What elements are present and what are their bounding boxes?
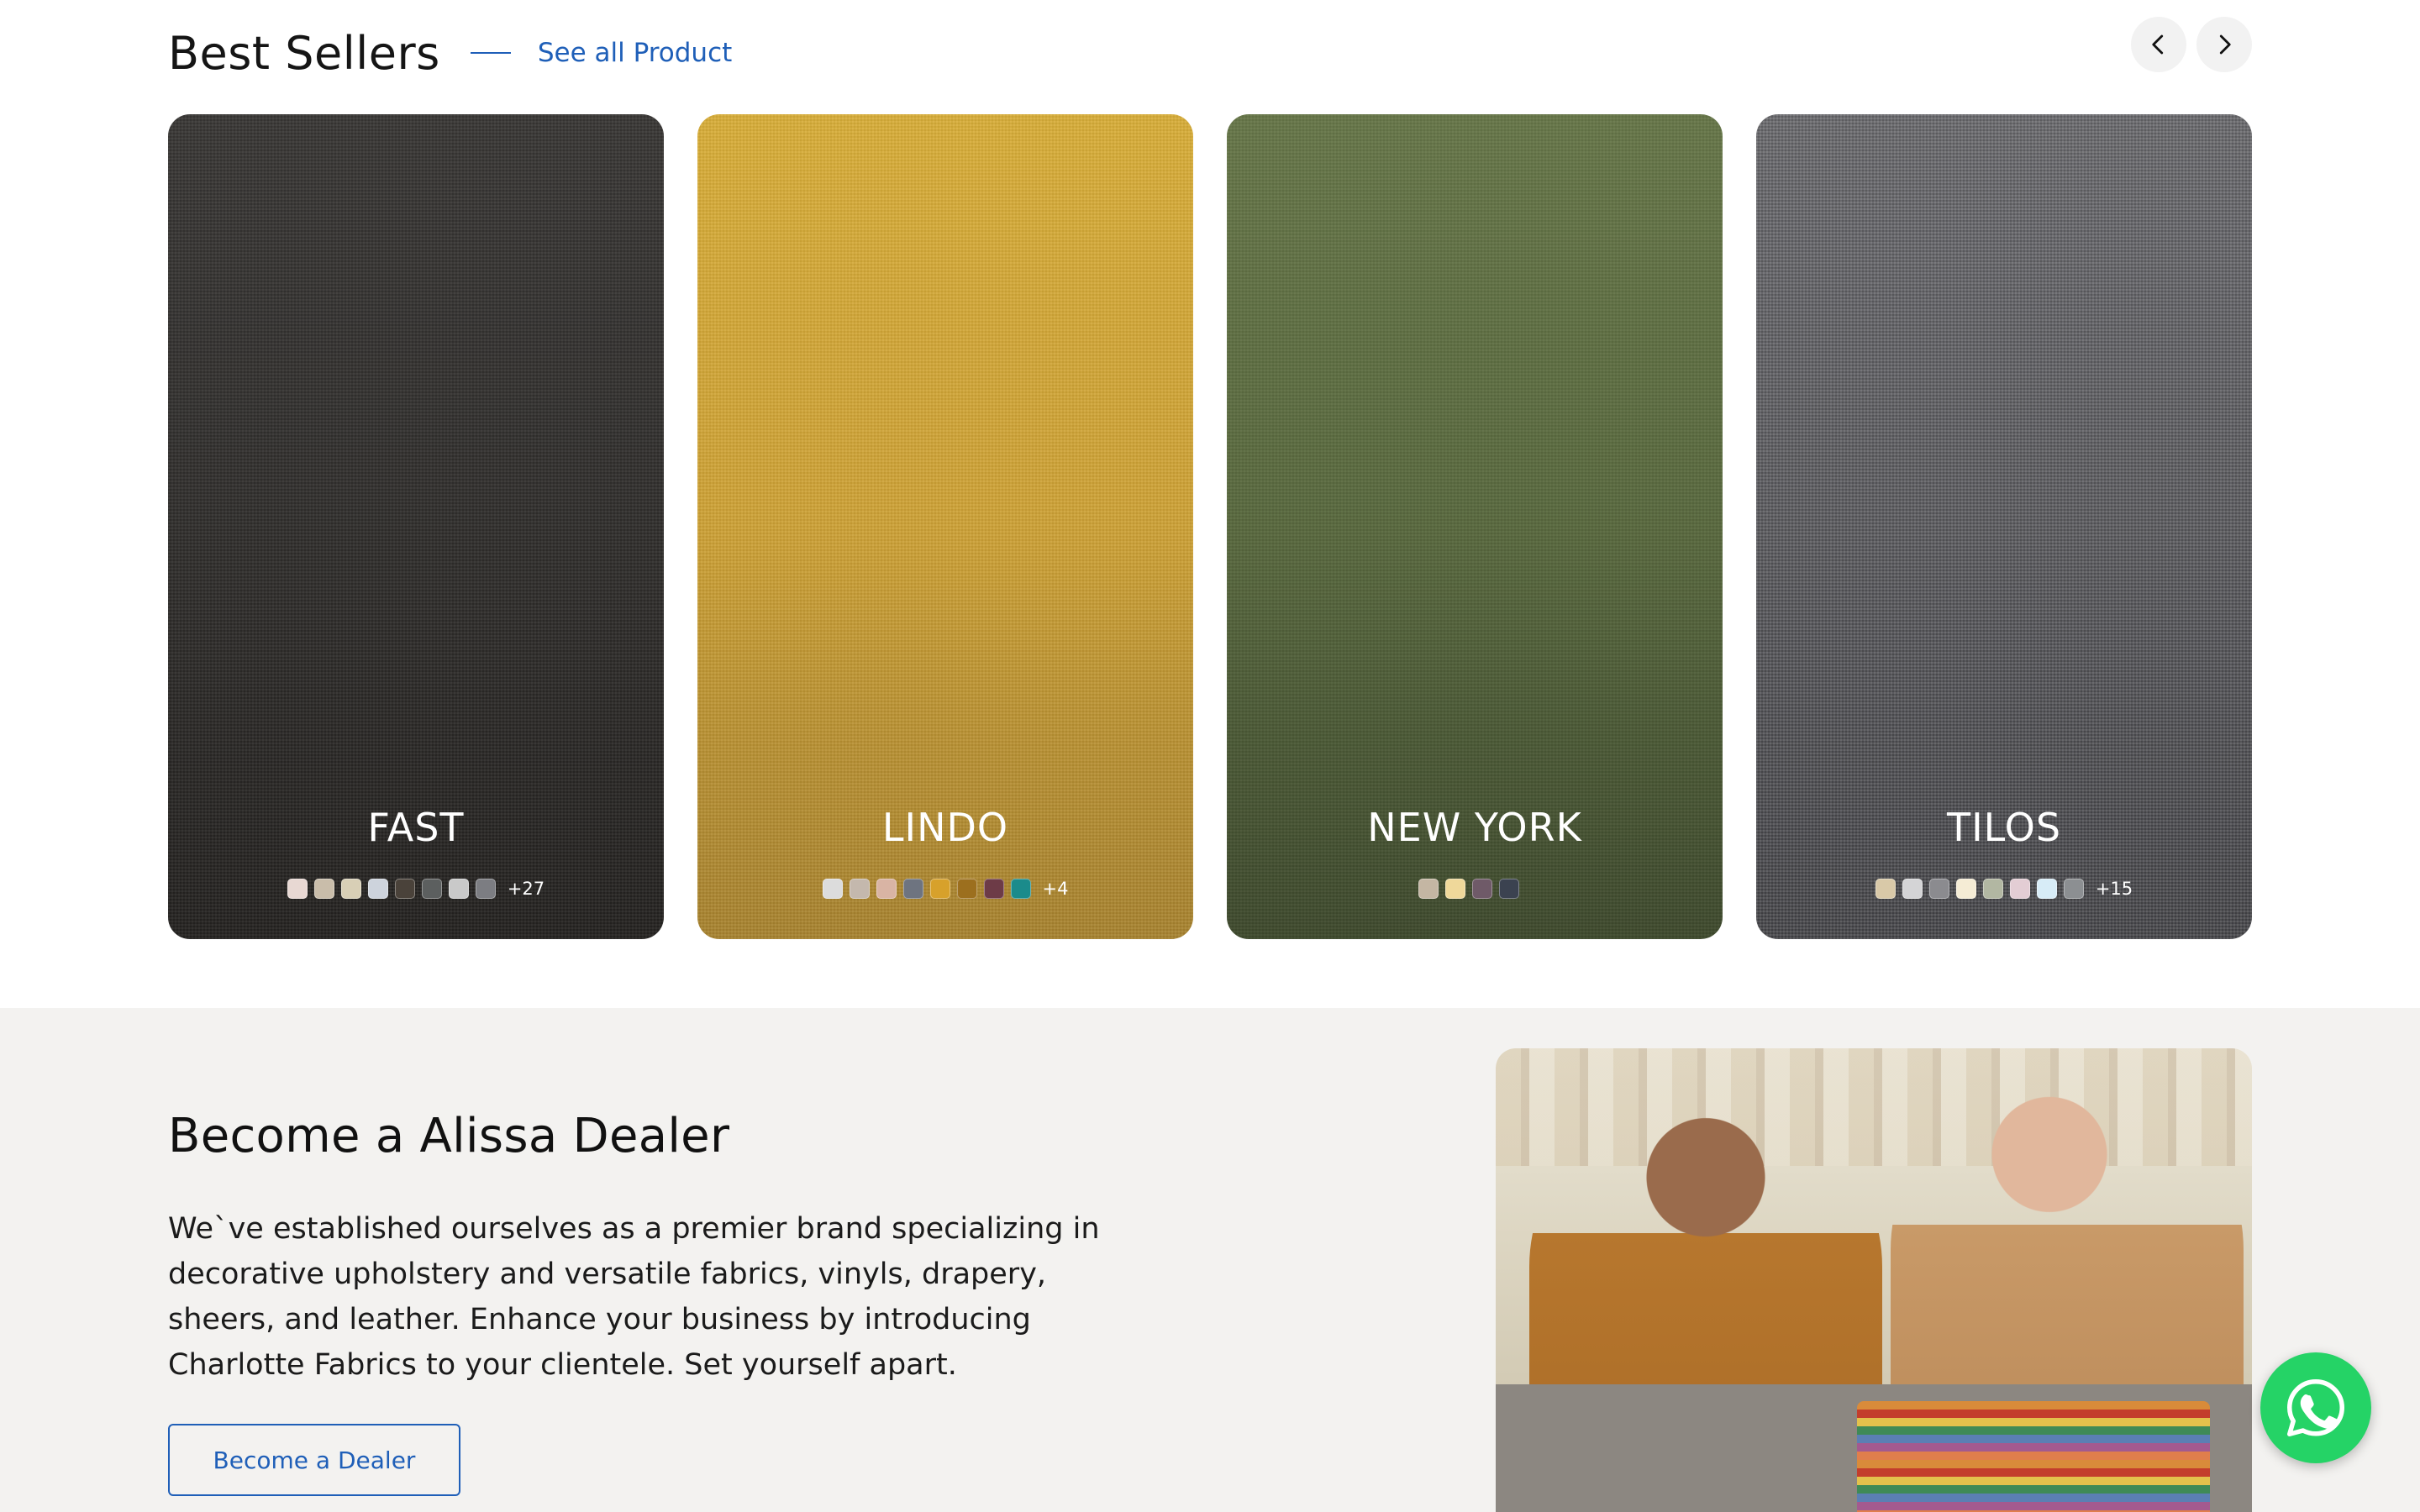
color-swatch[interactable] xyxy=(902,879,923,899)
dealer-title: Become a Alissa Dealer xyxy=(168,1109,730,1163)
color-swatch[interactable] xyxy=(822,879,843,899)
dealer-description: We`ve established ourselves as a premier… xyxy=(168,1212,1100,1382)
color-swatch[interactable] xyxy=(983,879,1004,899)
color-swatches: +4 xyxy=(697,879,1193,899)
dealer-photo xyxy=(1496,1048,2252,1512)
color-swatch[interactable] xyxy=(313,879,334,899)
color-swatch[interactable] xyxy=(1902,879,1923,899)
color-swatch[interactable] xyxy=(421,879,442,899)
product-name: LINDO xyxy=(881,805,1009,850)
color-swatch[interactable] xyxy=(929,879,950,899)
best-sellers-carousel: FAST +27 LINDO +4 NEW YORK TILOS +15 xyxy=(168,114,2252,939)
product-name: NEW YORK xyxy=(1367,805,1582,850)
more-colors-count: +4 xyxy=(1042,879,1069,899)
product-name: TILOS xyxy=(1946,805,2062,850)
more-colors-count: +27 xyxy=(507,879,545,899)
color-swatch[interactable] xyxy=(1472,879,1492,899)
color-swatch[interactable] xyxy=(367,879,388,899)
product-card-lindo[interactable]: LINDO +4 xyxy=(697,114,1193,939)
product-card-new-york[interactable]: NEW YORK xyxy=(1227,114,1723,939)
whatsapp-chat-button[interactable] xyxy=(2260,1352,2371,1463)
become-dealer-button[interactable]: Become a Dealer xyxy=(168,1424,460,1496)
chevron-left-icon xyxy=(2152,34,2164,55)
color-swatches xyxy=(1227,879,1723,899)
color-swatch[interactable] xyxy=(1928,879,1949,899)
color-swatch[interactable] xyxy=(1955,879,1976,899)
become-dealer-section: Become a Alissa Dealer We`ve established… xyxy=(0,1008,2420,1512)
color-swatch[interactable] xyxy=(1499,879,1519,899)
best-sellers-title: Best Sellers xyxy=(168,26,440,80)
color-swatch[interactable] xyxy=(1875,879,1896,899)
color-swatch[interactable] xyxy=(340,879,361,899)
product-card-tilos[interactable]: TILOS +15 xyxy=(1756,114,2252,939)
color-swatch[interactable] xyxy=(2036,879,2057,899)
best-sellers-header: Best Sellers See all Product xyxy=(168,24,732,82)
color-swatch[interactable] xyxy=(475,879,496,899)
carousel-prev-button[interactable] xyxy=(2131,17,2186,72)
color-swatch[interactable] xyxy=(1010,879,1031,899)
chevron-right-icon xyxy=(2219,34,2231,55)
color-swatches: +15 xyxy=(1756,879,2252,899)
color-swatch[interactable] xyxy=(1418,879,1439,899)
color-swatch[interactable] xyxy=(287,879,308,899)
color-swatch[interactable] xyxy=(448,879,469,899)
product-card-fast[interactable]: FAST +27 xyxy=(168,114,664,939)
photo-fabric-swatch-stack xyxy=(1857,1401,2210,1512)
color-swatch[interactable] xyxy=(956,879,977,899)
carousel-next-button[interactable] xyxy=(2196,17,2252,72)
color-swatch[interactable] xyxy=(394,879,415,899)
color-swatch[interactable] xyxy=(2063,879,2084,899)
see-all-products-link[interactable]: See all Product xyxy=(538,38,732,68)
color-swatch[interactable] xyxy=(1982,879,2003,899)
whatsapp-icon xyxy=(2287,1379,2344,1436)
color-swatch[interactable] xyxy=(849,879,870,899)
color-swatch[interactable] xyxy=(876,879,897,899)
title-divider-line xyxy=(470,52,511,54)
color-swatch[interactable] xyxy=(2009,879,2030,899)
more-colors-count: +15 xyxy=(2095,879,2133,899)
color-swatches: +27 xyxy=(168,879,664,899)
product-name: FAST xyxy=(367,805,465,850)
color-swatch[interactable] xyxy=(1445,879,1465,899)
